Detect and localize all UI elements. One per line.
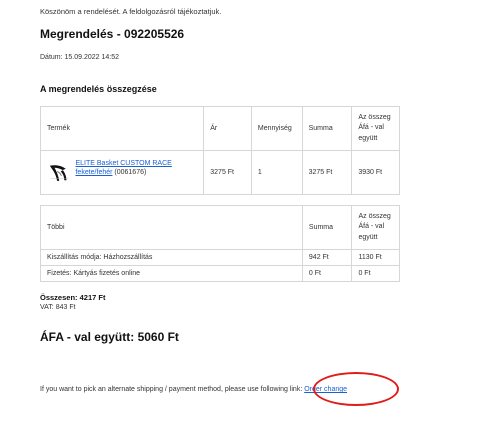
grand-total: ÁFA - val együtt: 5060 Ft xyxy=(40,330,179,344)
product-cell: ELITE Basket CUSTOM RACE fekete/fehér (0… xyxy=(39,150,205,195)
cell-quantity: 1 xyxy=(250,150,303,195)
other-header-row: Többi Summa Az összeg Áfá - val együtt xyxy=(40,205,400,250)
product-code: (0061676) xyxy=(114,168,147,176)
cell-sum: 3275 Ft xyxy=(301,150,353,195)
summary-heading: A megrendelés összegzése xyxy=(40,84,157,94)
header-other: Többi xyxy=(40,205,303,250)
products-table: Termék Ár Mennyiség Summa Az összeg Áfá … xyxy=(39,106,400,195)
order-date: Dátum: 15.09.2022 14:52 xyxy=(40,54,120,61)
shipping-change-note: If you want to pick an alternate shippin… xyxy=(40,386,347,393)
header-sum: Summa xyxy=(301,205,353,250)
products-header-row: Termék Ár Mennyiség Summa Az összeg Áfá … xyxy=(39,106,400,151)
header-total-vat: Az összeg Áfá - val együtt xyxy=(351,205,400,250)
table-row: Kiszállítás módja: Házhozszállítás 942 F… xyxy=(40,249,400,266)
payment-total-vat: 0 Ft xyxy=(351,265,400,282)
payment-sum: 0 Ft xyxy=(301,265,353,282)
highlight-circle xyxy=(313,372,399,406)
table-row: ELITE Basket CUSTOM RACE fekete/fehér (0… xyxy=(39,150,400,195)
payment-method: Fizetés: Kártyás fizetés online xyxy=(40,265,303,282)
shipping-change-text: If you want to pick an alternate shippin… xyxy=(40,386,303,393)
cell-total-vat: 3930 Ft xyxy=(351,150,400,195)
thanks-message: Köszönöm a rendelését. A feldolgozásról … xyxy=(40,7,222,16)
order-title: Megrendelés - 092205526 xyxy=(40,27,185,41)
shipping-total-vat: 1130 Ft xyxy=(351,249,400,266)
table-row: Fizetés: Kártyás fizetés online 0 Ft 0 F… xyxy=(40,265,400,282)
header-price: Ár xyxy=(203,106,252,151)
shipping-sum: 942 Ft xyxy=(301,249,353,266)
other-costs-table: Többi Summa Az összeg Áfá - val együtt K… xyxy=(40,205,400,282)
header-product: Termék xyxy=(39,106,205,151)
order-vat: VAT: 843 Ft xyxy=(40,304,76,311)
bottle-cage-image xyxy=(49,164,69,181)
header-total-vat: Az összeg Áfá - val együtt xyxy=(351,106,400,151)
header-quantity: Mennyiség xyxy=(250,106,303,151)
shipping-method: Kiszállítás módja: Házhozszállítás xyxy=(40,249,303,266)
order-total: Összesen: 4217 Ft xyxy=(40,293,106,302)
header-sum: Summa xyxy=(301,106,353,151)
cell-price: 3275 Ft xyxy=(203,150,252,195)
